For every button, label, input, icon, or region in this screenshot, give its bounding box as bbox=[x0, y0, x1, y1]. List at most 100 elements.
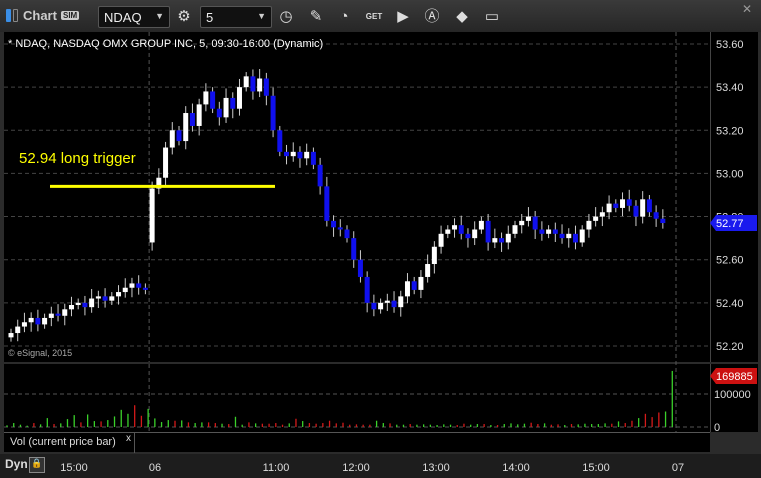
candle-body bbox=[15, 326, 21, 334]
candle-body bbox=[445, 229, 451, 234]
candle-body bbox=[116, 292, 122, 297]
candle-body bbox=[512, 225, 518, 234]
candle-body bbox=[653, 212, 659, 219]
candle-body bbox=[250, 76, 256, 92]
candle-body bbox=[478, 220, 484, 230]
candle-body bbox=[452, 225, 458, 230]
candle-body bbox=[62, 309, 68, 316]
candle-body bbox=[572, 233, 578, 243]
candle-body bbox=[122, 287, 128, 293]
candle-body bbox=[297, 151, 303, 159]
price-tick: 52.60 bbox=[716, 255, 744, 267]
candle-body bbox=[613, 203, 619, 208]
candle-body bbox=[586, 220, 592, 230]
candle-body bbox=[55, 313, 61, 316]
candle-body bbox=[203, 91, 209, 105]
candle-body bbox=[324, 186, 330, 221]
candle-body bbox=[42, 317, 48, 325]
candle-body bbox=[485, 220, 491, 243]
candle-body bbox=[546, 229, 552, 234]
time-tick: 15:00 bbox=[60, 462, 88, 474]
candle-body bbox=[566, 233, 572, 239]
candle-body bbox=[505, 233, 511, 243]
candle-body bbox=[290, 151, 296, 157]
candle-body bbox=[196, 104, 202, 126]
candle-body bbox=[210, 91, 216, 109]
trigger-annotation[interactable]: 52.94 long trigger bbox=[19, 150, 136, 167]
candle-body bbox=[351, 238, 357, 260]
candle-body bbox=[344, 229, 350, 239]
candle-body bbox=[425, 264, 431, 277]
candle-body bbox=[95, 296, 101, 299]
candle-body bbox=[391, 300, 397, 308]
candle-body bbox=[499, 238, 505, 243]
candle-body bbox=[163, 147, 169, 178]
candle-body bbox=[559, 233, 565, 239]
candle-body bbox=[646, 199, 652, 213]
candle-body bbox=[310, 151, 316, 165]
time-tick: 14:00 bbox=[502, 462, 530, 474]
time-tick: 06 bbox=[149, 462, 161, 474]
candle-body bbox=[176, 130, 182, 142]
time-tick: 07 bbox=[672, 462, 684, 474]
candle-body bbox=[82, 302, 88, 308]
candle-body bbox=[525, 216, 531, 221]
candle-body bbox=[337, 227, 343, 230]
time-tick: 12:00 bbox=[342, 462, 370, 474]
chart-svg: 53.6053.4053.2053.0052.8052.6052.4052.20… bbox=[4, 32, 757, 474]
candle-body bbox=[263, 78, 269, 96]
candle-body bbox=[223, 97, 229, 118]
copyright: © eSignal, 2015 bbox=[8, 348, 73, 358]
candle-body bbox=[431, 246, 437, 265]
volume-tick: 0 bbox=[714, 422, 720, 434]
candle-body bbox=[532, 216, 538, 230]
volume-last-label: 169885 bbox=[716, 371, 753, 383]
candle-body bbox=[89, 298, 95, 308]
last-price-label: 52.77 bbox=[716, 218, 744, 230]
candle-body bbox=[371, 302, 377, 310]
candle-body bbox=[472, 229, 478, 239]
candle-body bbox=[136, 283, 142, 288]
price-tick: 53.00 bbox=[716, 168, 744, 180]
candle-body bbox=[579, 229, 585, 243]
candle-body bbox=[606, 203, 612, 213]
candle-body bbox=[404, 281, 410, 297]
candle-body bbox=[129, 283, 135, 288]
candle-body bbox=[216, 108, 222, 118]
candle-body bbox=[458, 225, 464, 234]
candle-body bbox=[357, 259, 363, 277]
candle-body bbox=[270, 95, 276, 131]
price-tick: 53.20 bbox=[716, 125, 744, 137]
candle-body bbox=[418, 276, 424, 290]
candle-body bbox=[109, 296, 115, 301]
candle-body bbox=[169, 130, 175, 148]
candle-body bbox=[411, 281, 417, 290]
candle-body bbox=[519, 220, 525, 226]
candle-body bbox=[317, 164, 323, 187]
candle-body bbox=[552, 229, 558, 234]
candle-body bbox=[304, 151, 310, 159]
candle-body bbox=[284, 151, 290, 157]
candle-body bbox=[8, 333, 14, 338]
price-tick: 53.60 bbox=[716, 39, 744, 51]
candle-body bbox=[660, 218, 666, 224]
candle-body bbox=[230, 97, 236, 109]
price-tick: 52.40 bbox=[716, 298, 744, 310]
candle-body bbox=[465, 233, 471, 239]
candle-body bbox=[189, 113, 195, 126]
candle-body bbox=[243, 76, 249, 88]
candle-body bbox=[331, 220, 337, 228]
candle-body bbox=[599, 212, 605, 217]
candle-body bbox=[539, 229, 545, 234]
candle-body bbox=[620, 199, 626, 208]
candle-body bbox=[626, 199, 632, 206]
candle-body bbox=[149, 188, 155, 243]
candle-body bbox=[378, 302, 384, 310]
candle-body bbox=[593, 216, 599, 221]
candle-body bbox=[640, 199, 646, 217]
candle-body bbox=[48, 313, 54, 318]
candle-body bbox=[28, 317, 34, 323]
candle-body bbox=[277, 130, 283, 152]
candle-body bbox=[236, 87, 242, 109]
price-tick: 52.20 bbox=[716, 341, 744, 353]
